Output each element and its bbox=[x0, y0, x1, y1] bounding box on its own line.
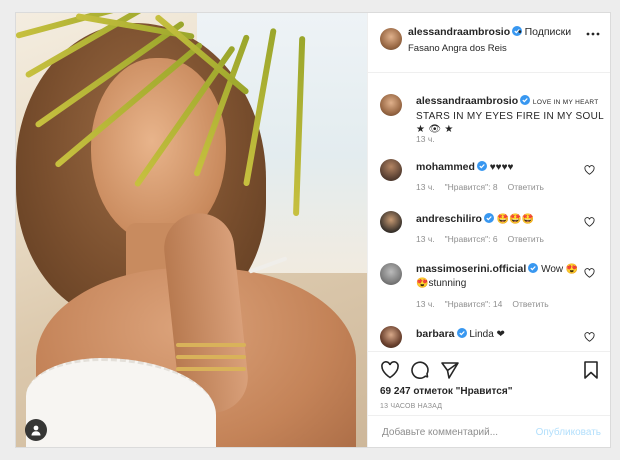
author-username[interactable]: alessandraambrosio bbox=[408, 26, 523, 38]
verified-icon bbox=[456, 328, 467, 338]
comments-list[interactable]: alessandraambrosio LOVE IN MY HEART STAR… bbox=[368, 74, 610, 351]
comment-username[interactable]: massimoserini.official bbox=[416, 263, 526, 275]
comment-username[interactable]: andreschiliro bbox=[416, 213, 482, 225]
comment-likes[interactable]: "Нравится": 14 bbox=[445, 299, 503, 309]
heart-icon[interactable] bbox=[584, 165, 595, 175]
avatar[interactable] bbox=[380, 28, 402, 50]
comment-text: ♥♥♥♥ bbox=[489, 162, 514, 173]
follow-status-button[interactable]: • Подписки bbox=[518, 26, 571, 38]
comment-username[interactable]: mohammed bbox=[416, 161, 475, 173]
reply-button[interactable]: Ответить bbox=[508, 182, 544, 192]
post-timestamp: 13 ЧАСОВ НАЗАД bbox=[380, 403, 443, 410]
caption-username[interactable]: alessandraambrosio bbox=[416, 95, 518, 107]
post-header: alessandraambrosio • Подписки Fasano Ang… bbox=[368, 13, 610, 73]
comment-time: 13 ч. bbox=[416, 134, 435, 144]
avatar[interactable] bbox=[380, 94, 402, 116]
verified-icon bbox=[528, 263, 539, 273]
heart-icon[interactable] bbox=[584, 332, 595, 342]
location-link[interactable]: Fasano Angra dos Reis bbox=[408, 43, 507, 54]
reply-button[interactable]: Ответить bbox=[508, 234, 544, 244]
publish-button[interactable]: Опубликовать bbox=[536, 427, 601, 438]
action-bar: 69 247 отметок "Нравится" 13 ЧАСОВ НАЗАД bbox=[368, 351, 610, 415]
comment-time: 13 ч. bbox=[416, 299, 435, 309]
verified-icon bbox=[476, 161, 487, 171]
post-photo[interactable] bbox=[16, 13, 367, 447]
likes-count[interactable]: 69 247 отметок "Нравится" bbox=[380, 386, 512, 397]
post-modal: alessandraambrosio • Подписки Fasano Ang… bbox=[15, 12, 611, 448]
comment-time: 13 ч. bbox=[416, 182, 435, 192]
heart-icon[interactable] bbox=[584, 217, 595, 227]
verified-icon bbox=[483, 213, 494, 223]
tagged-users-button[interactable] bbox=[25, 419, 47, 441]
bookmark-icon[interactable] bbox=[581, 360, 601, 380]
avatar[interactable] bbox=[380, 211, 402, 233]
caption-text-line2: STARS IN MY EYES FIRE IN MY SOUL ★ 👁 ★ bbox=[416, 111, 604, 135]
avatar[interactable] bbox=[380, 159, 402, 181]
comment-icon[interactable] bbox=[410, 360, 430, 380]
comment-likes[interactable]: "Нравится": 8 bbox=[445, 182, 498, 192]
comment-input[interactable]: Добавьте комментарий... bbox=[382, 427, 498, 438]
heart-icon[interactable] bbox=[584, 268, 595, 278]
comment-text-cont: 😍stunning bbox=[416, 278, 467, 289]
avatar[interactable] bbox=[380, 326, 402, 348]
more-options-icon[interactable] bbox=[585, 29, 601, 39]
reply-button[interactable]: Ответить bbox=[512, 299, 548, 309]
comment-likes[interactable]: "Нравится": 6 bbox=[445, 234, 498, 244]
comment-username[interactable]: barbara bbox=[416, 328, 455, 340]
caption-text-line1: LOVE IN MY HEART bbox=[532, 99, 599, 106]
share-icon[interactable] bbox=[440, 360, 460, 380]
comment-text: 🤩🤩🤩 bbox=[496, 214, 535, 225]
user-icon bbox=[31, 425, 41, 436]
comment-time: 13 ч. bbox=[416, 234, 435, 244]
verified-icon bbox=[520, 95, 531, 105]
comment-text: Linda ❤ bbox=[469, 329, 505, 340]
avatar[interactable] bbox=[380, 263, 402, 285]
like-heart-icon[interactable] bbox=[380, 360, 400, 380]
add-comment-bar: Добавьте комментарий... Опубликовать bbox=[368, 415, 610, 447]
comment-text: Wow 😍 bbox=[541, 264, 579, 275]
post-sidebar: alessandraambrosio • Подписки Fasano Ang… bbox=[367, 13, 610, 447]
